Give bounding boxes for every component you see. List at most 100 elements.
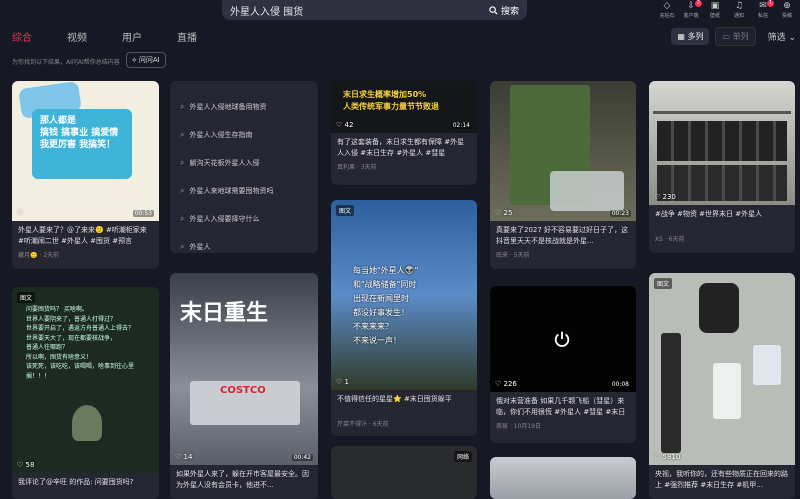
video-card-11[interactable]	[490, 457, 636, 499]
search-icon: ⌕	[180, 242, 185, 251]
search-input[interactable]: 外星人入侵 囤货	[230, 3, 489, 18]
video-description: 如果外星人来了，躲在开市客屋最安全。因为外星人没有会员卡，他进不...	[176, 470, 309, 489]
video-description: 俄对末营准备 如果几千颗飞船（彗星）来临，你们不用很慌 #外星人 #彗星 #末日	[496, 397, 626, 416]
upload-icon: ⊕	[783, 1, 791, 11]
tab-3[interactable]: 直播	[177, 29, 232, 44]
related-search-label: 躺沟天花板外星人入侵	[189, 159, 260, 167]
video-thumbnail: 图文 问要囤货吗？ 买啥啊。 世界人要阴来了，普通人打得过？ 世界要开启了，遇返…	[12, 287, 159, 473]
top-icon-2[interactable]: ▣ 壁纸	[706, 1, 724, 19]
video-duration: 00:23	[609, 210, 631, 217]
download-icon: ⇩	[687, 1, 695, 11]
video-card-1[interactable]: 那人都是 搞钱 搞事业 搞爱情 我更厉害 我搞笑！ ♡ 00:53 外星人要来了…	[12, 81, 159, 269]
notification-badge: 1	[766, 0, 774, 7]
video-card-4[interactable]: ♡ 230 #战争 #物资 #世界末日 #外星人 X5 · 6天前	[649, 81, 795, 253]
thumbnail-caption: 每当她"外星人👽" 和"战略储备"同时 出现在新闻里时 都没好事发生！ 不来来来…	[353, 266, 419, 345]
video-card-3[interactable]: ♡ 25 00:23 真要来了2027 好不容易要过好日子了，这抖音里天天不是核…	[490, 81, 636, 269]
result-tabs: 综合 视频 用户 直播	[12, 29, 232, 44]
related-search-item[interactable]: ⌕ 外星人	[170, 233, 318, 261]
search-icon: ⌕	[180, 158, 185, 167]
post-type-tag: 网络	[453, 451, 472, 462]
related-search-item[interactable]: ⌕ 外星人入侵地球备用物资	[170, 93, 318, 121]
like-count: ♡ 5810	[654, 453, 681, 461]
related-searches: ⌕ 外星人入侵地球备用物资 ⌕ 外星人入侵生存指南 ⌕ 躺沟天花板外星人入侵 ⌕ 外星人来地球…	[170, 81, 318, 253]
search-button-label: 搜索	[500, 6, 519, 17]
filter-label: 筛选	[767, 33, 786, 43]
top-icon-4[interactable]: ✉ 私信 1	[754, 0, 774, 19]
video-meta: 芹菜不得汁 · 6天前	[337, 421, 389, 428]
search-icon	[489, 5, 498, 15]
video-duration: 00:53	[132, 210, 154, 217]
search-icon: ⌕	[180, 214, 185, 223]
video-card-6[interactable]: 末日重生 COSTCO ♡ 14 00:42 如果外星人来了，躲在开市客屋最安全…	[170, 273, 318, 499]
video-thumbnail: 那人都是 搞钱 搞事业 搞爱情 我更厉害 我搞笑！ ♡ 00:53	[12, 81, 159, 221]
tab-2[interactable]: 用户	[122, 29, 177, 44]
video-description: 外星人要来了？@了来来🙂 #听潮柜家来 #听潮闹二世 #外星人 #囤货 #预言	[18, 226, 147, 245]
top-icon-label: 私信	[757, 13, 768, 19]
thumbnail-caption: 末日求生概率增加50% 人类传统军事力量节节败退	[343, 90, 439, 111]
search-icon: ⌕	[180, 186, 185, 195]
search-button[interactable]: 搜索	[489, 4, 519, 17]
video-description: 不值得信任的星星⭐ #末日囤货躲平	[337, 395, 452, 403]
video-thumbnail: ♡ 230	[649, 81, 795, 205]
video-description: 真要来了2027 好不容易要过好日子了，这抖音里天天不是核战就是外星...	[496, 226, 629, 245]
related-search-item[interactable]: ⌕ 外星人入侵生存指南	[170, 121, 318, 149]
search-box[interactable]: 外星人入侵 囤货 搜索	[222, 0, 527, 20]
top-icon-3[interactable]: ♫ 通知	[730, 1, 748, 19]
video-meta: 周易 · 10月19日	[496, 423, 541, 430]
video-duration: 02:14	[450, 122, 472, 129]
top-icon-label: 客户端	[683, 13, 699, 19]
related-search-label: 外星人	[189, 243, 211, 251]
video-description: 央视，我听你的，还有些物质正在回来的路上 #强烈推荐 #末日生存 #机甲...	[655, 470, 788, 489]
video-card-5[interactable]: 图文 问要囤货吗？ 买啥啊。 世界人要阴来了，普通人打得过？ 世界要开启了，遇返…	[12, 287, 159, 499]
tab-0[interactable]: 综合	[12, 29, 67, 44]
related-search-item[interactable]: ⌕ 外星人来地球需要囤物资吗	[170, 177, 318, 205]
top-icon-label: 投稿	[781, 13, 792, 19]
post-type-tag: 图文	[654, 278, 673, 289]
video-thumbnail: 末日求生概率增加50% 人类传统军事力量节节败退 ♡ 42 02:14	[331, 81, 477, 133]
video-card-9[interactable]: 图文 ♡ 5810 央视，我听你的，还有些物质正在回来的路上 #强烈推荐 #末日…	[649, 273, 795, 499]
filter-button[interactable]: 筛选 ⌄	[768, 30, 796, 43]
single-column-label: 单列	[732, 32, 749, 41]
top-icon-bar: ◇ 充钻石 ⇩ 客户端 2 ▣ 壁纸 ♫ 通知 ✉ 私信 1 ⊕ 投稿	[658, 0, 796, 19]
search-icon: ⌕	[180, 130, 185, 139]
multi-column-button[interactable]: ▦ 多列	[671, 28, 710, 45]
video-duration: 00:08	[609, 381, 631, 388]
thumbnail-caption: 那人都是 搞钱 搞事业 搞爱情 我更厉害 我搞笑！	[40, 116, 119, 150]
video-meta: 藏月🙂 · 2天前	[18, 252, 60, 259]
related-search-label: 外星人入侵地球备用物资	[189, 103, 267, 111]
video-description: 有了这套装备，末日求生都有保障 #外星人入侵 #末日生存 #外星人 #彗星	[337, 138, 465, 157]
top-icon-label: 充钻石	[659, 13, 675, 19]
like-count: ♡ 42	[336, 121, 354, 129]
view-controls: ▦ 多列 ▭ 单列 筛选 ⌄	[671, 27, 796, 46]
like-count: ♡ 230	[654, 193, 676, 201]
video-meta: 底来 · 5天前	[496, 252, 530, 259]
video-card-2[interactable]: 末日求生概率增加50% 人类传统军事力量节节败退 ♡ 42 02:14 有了这套…	[331, 81, 477, 185]
top-icon-0[interactable]: ◇ 充钻石	[658, 1, 676, 19]
ask-ai-button[interactable]: ⟡ 问问AI	[126, 52, 166, 68]
video-card-7[interactable]: 图文 每当她"外星人👽" 和"战略储备"同时 出现在新闻里时 都没好事发生！ 不…	[331, 200, 477, 436]
video-card-8[interactable]: ♡ 226 00:08 俄对末营准备 如果几千颗飞船（彗星）来临，你们不用很慌 …	[490, 286, 636, 443]
tab-1[interactable]: 视频	[67, 29, 122, 44]
top-bar: 外星人入侵 囤货 搜索 ◇ 充钻石 ⇩ 客户端 2 ▣ 壁纸 ♫ 通知 ✉ 私信 1 ⊕ 投稿	[0, 0, 800, 24]
ask-ai-label: 问问AI	[138, 56, 160, 64]
video-thumbnail: 末日重生 COSTCO ♡ 14 00:42	[170, 273, 318, 465]
related-search-item[interactable]: ⌕ 外星人入侵要择守什么	[170, 205, 318, 233]
like-count: ♡ 226	[495, 380, 517, 388]
video-thumbnail: 网络	[331, 446, 477, 499]
like-count: ♡ 14	[175, 453, 193, 461]
related-search-item[interactable]: ⌕ 躺沟天花板外星人入侵	[170, 149, 318, 177]
multi-column-label: 多列	[687, 32, 704, 41]
thumbnail-caption: 末日重生	[180, 301, 269, 326]
single-column-button[interactable]: ▭ 单列	[715, 27, 756, 46]
related-search-label: 外星人入侵生存指南	[189, 131, 253, 139]
video-thumbnail: 图文 每当她"外星人👽" 和"战略储备"同时 出现在新闻里时 都没好事发生！ 不…	[331, 200, 477, 390]
video-meta: X5 · 6天前	[655, 236, 685, 243]
video-card-10[interactable]: 网络	[331, 446, 477, 499]
video-thumbnail	[490, 457, 636, 499]
message-icon: ✉	[759, 1, 767, 11]
top-icon-1[interactable]: ⇩ 客户端 2	[682, 0, 702, 19]
video-duration: 00:42	[291, 454, 313, 461]
video-description: #战争 #物资 #世界末日 #外星人	[655, 210, 763, 218]
video-thumbnail: ♡ 226 00:08	[490, 286, 636, 392]
top-icon-5[interactable]: ⊕ 投稿	[778, 1, 796, 19]
